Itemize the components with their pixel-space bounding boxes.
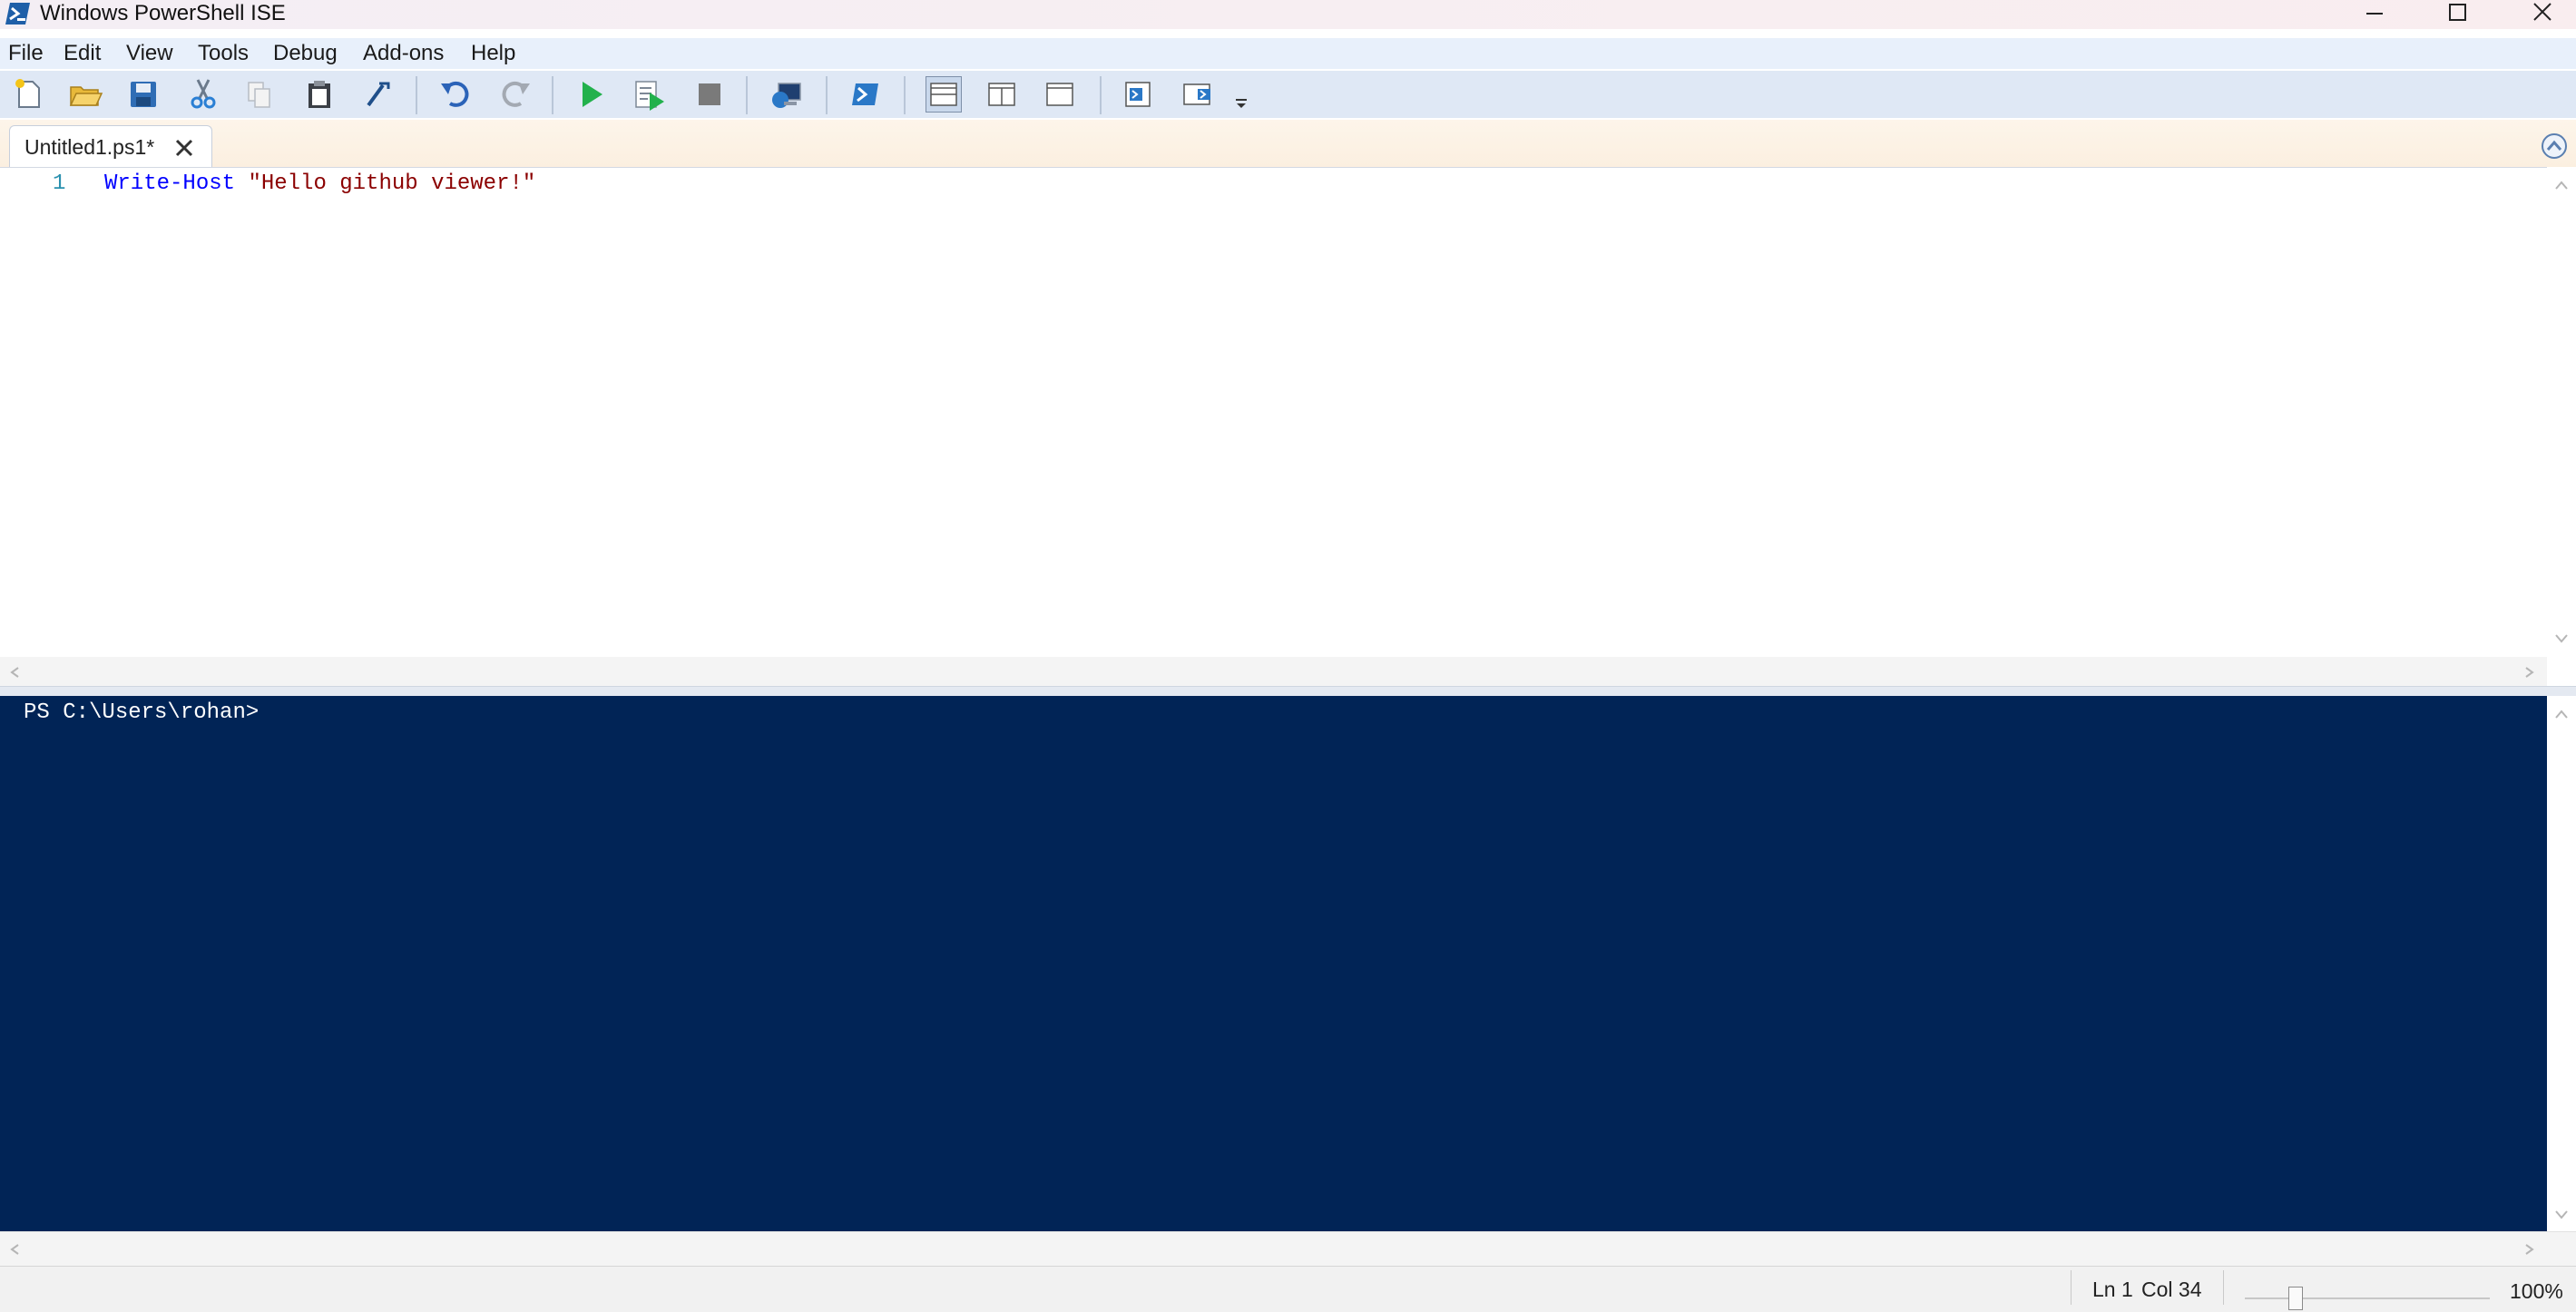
layout-max-icon xyxy=(1042,76,1078,113)
minimize-button[interactable] xyxy=(2332,0,2415,27)
start-powershell-button[interactable] xyxy=(847,76,884,113)
zoom-slider-track[interactable] xyxy=(2245,1297,2490,1299)
menu-tools[interactable]: Tools xyxy=(198,41,249,66)
paste-icon xyxy=(301,76,338,113)
status-divider xyxy=(2223,1270,2224,1305)
status-divider xyxy=(2071,1270,2072,1305)
string-token: "Hello github viewer!" xyxy=(248,171,535,196)
script-tab-bar xyxy=(0,120,2576,167)
run-selection-button[interactable] xyxy=(632,76,668,113)
show-command-addon-button[interactable] xyxy=(1180,76,1216,113)
powershell-icon xyxy=(847,76,884,113)
clear-console-button[interactable] xyxy=(359,76,396,113)
run-script-button[interactable] xyxy=(573,76,610,113)
tab-label: Untitled1.ps1* xyxy=(24,135,154,160)
zoom-level: 100% xyxy=(2510,1279,2563,1304)
scroll-left-icon[interactable] xyxy=(9,666,20,679)
remote-computer-icon xyxy=(769,76,806,113)
scroll-left-icon[interactable] xyxy=(9,1243,20,1256)
console-horizontal-scrollbar[interactable] xyxy=(0,1231,2576,1267)
undo-button[interactable] xyxy=(437,76,474,113)
toolbar-separator xyxy=(746,76,748,114)
powershell-logo-icon xyxy=(5,2,31,25)
console-vertical-scrollbar[interactable] xyxy=(2547,696,2576,1231)
broom-icon xyxy=(359,76,396,113)
layout-right-icon xyxy=(984,76,1020,113)
new-file-button[interactable] xyxy=(11,76,47,113)
chevron-down-icon xyxy=(1232,94,1250,113)
window-title: Windows PowerShell ISE xyxy=(40,0,286,27)
cut-icon xyxy=(185,76,221,113)
run-icon xyxy=(573,76,610,113)
editor-vertical-scrollbar[interactable] xyxy=(2547,167,2576,657)
scroll-up-icon[interactable] xyxy=(2554,709,2569,720)
menu-file[interactable]: File xyxy=(8,41,44,66)
scroll-right-icon[interactable] xyxy=(2524,1243,2535,1256)
status-bar: Ln 1 Col 34 100% xyxy=(0,1266,2576,1312)
line-number: 1 xyxy=(53,171,65,197)
undo-icon xyxy=(437,76,474,113)
save-button[interactable] xyxy=(125,76,162,113)
show-script-top-button[interactable] xyxy=(926,76,962,113)
tab-untitled1[interactable]: Untitled1.ps1* xyxy=(9,125,212,168)
console-prompt: PS C:\Users\rohan> xyxy=(24,700,259,726)
toolbar-separator xyxy=(826,76,828,114)
status-column: Col 34 xyxy=(2141,1278,2201,1302)
copy-button[interactable] xyxy=(241,76,278,113)
toolbar-separator xyxy=(416,76,417,114)
editor-horizontal-scrollbar[interactable] xyxy=(0,657,2547,686)
scroll-right-icon[interactable] xyxy=(2524,666,2535,679)
toolbar-overflow-button[interactable] xyxy=(1232,94,1250,113)
toolbar-separator xyxy=(552,76,553,114)
show-command-button[interactable] xyxy=(1120,76,1156,113)
maximize-button[interactable] xyxy=(2415,0,2499,27)
redo-icon xyxy=(497,76,534,113)
menu-bar: File Edit View Tools Debug Add-ons Help xyxy=(0,38,2576,69)
command-addon-icon xyxy=(1180,76,1216,113)
cut-button[interactable] xyxy=(185,76,221,113)
minimize-icon xyxy=(2332,0,2415,27)
maximize-icon xyxy=(2415,0,2499,27)
code-line: Write-Host "Hello github viewer!" xyxy=(104,171,535,197)
paste-button[interactable] xyxy=(301,76,338,113)
zoom-slider-thumb[interactable] xyxy=(2288,1287,2303,1310)
menu-help[interactable]: Help xyxy=(471,41,515,66)
console-pane[interactable]: PS C:\Users\rohan> xyxy=(0,696,2547,1231)
run-selection-icon xyxy=(632,76,668,113)
copy-icon xyxy=(241,76,278,113)
menu-edit[interactable]: Edit xyxy=(64,41,101,66)
script-editor[interactable]: 1 Write-Host "Hello github viewer!" xyxy=(0,167,2547,658)
close-icon xyxy=(2503,0,2576,27)
collapse-script-pane-button[interactable] xyxy=(2541,132,2568,160)
toolbar-separator xyxy=(904,76,906,114)
show-command-icon xyxy=(1120,76,1156,113)
save-icon xyxy=(125,76,162,113)
scroll-down-icon[interactable] xyxy=(2554,1209,2569,1220)
menu-addons[interactable]: Add-ons xyxy=(363,41,444,66)
status-line: Ln 1 xyxy=(2092,1278,2133,1302)
stop-icon xyxy=(691,76,728,113)
menu-debug[interactable]: Debug xyxy=(273,41,338,66)
redo-button[interactable] xyxy=(497,76,534,113)
layout-top-icon xyxy=(926,77,961,112)
scroll-down-icon[interactable] xyxy=(2554,633,2569,644)
menu-view[interactable]: View xyxy=(126,41,173,66)
show-script-right-button[interactable] xyxy=(984,76,1020,113)
stop-button[interactable] xyxy=(691,76,728,113)
new-file-icon xyxy=(11,76,47,113)
show-script-max-button[interactable] xyxy=(1042,76,1078,113)
new-remote-tab-button[interactable] xyxy=(769,76,806,113)
open-folder-icon xyxy=(67,76,103,113)
cmdlet-token: Write-Host xyxy=(104,171,235,196)
close-tab-icon[interactable] xyxy=(173,137,195,159)
close-button[interactable] xyxy=(2499,0,2576,27)
collapse-up-icon xyxy=(2541,132,2568,160)
toolbar-separator xyxy=(1100,76,1102,114)
title-bar: Windows PowerShell ISE xyxy=(0,0,2576,29)
open-button[interactable] xyxy=(67,76,103,113)
scroll-up-icon[interactable] xyxy=(2554,180,2569,191)
